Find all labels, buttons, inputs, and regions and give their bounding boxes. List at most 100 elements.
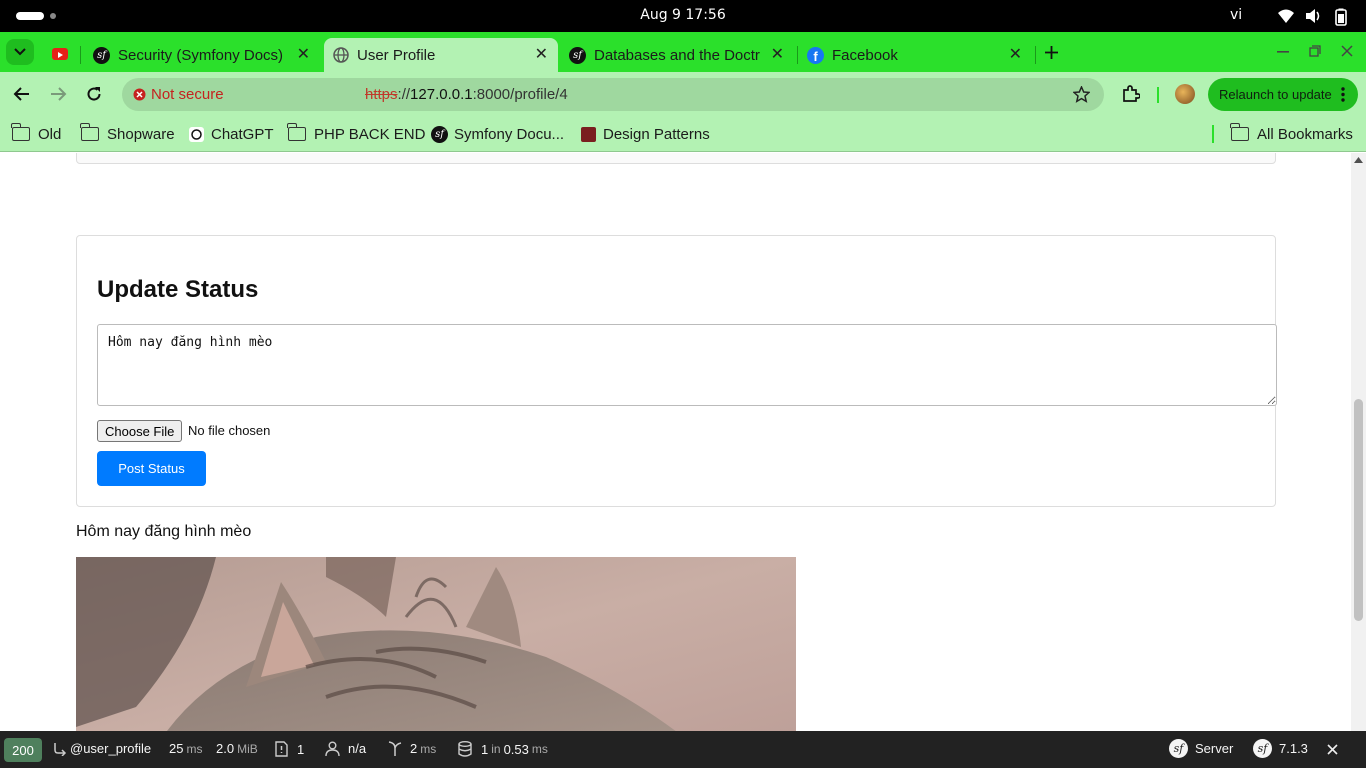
symfony-icon: sf: [431, 125, 448, 143]
twig-unit: ms: [420, 741, 437, 756]
folder-icon: [287, 123, 306, 141]
tab-security-symfony-docs[interactable]: sf Security (Symfony Docs) ✕: [84, 38, 320, 72]
extensions-icon[interactable]: [1122, 85, 1140, 103]
folder-icon: [1230, 123, 1249, 141]
clock[interactable]: Aug 9 17:56: [0, 7, 1366, 23]
input-language[interactable]: vi: [1230, 7, 1242, 23]
symfony-version-item[interactable]: sf 7.1.3: [1253, 739, 1308, 758]
bookmark-shopware[interactable]: Shopware: [80, 123, 175, 145]
tab-databases-doctrine[interactable]: sf Databases and the Doctr ✕: [560, 38, 794, 72]
cat-photo: [76, 557, 796, 731]
server-item[interactable]: sf Server: [1169, 739, 1233, 758]
request-time-item[interactable]: 25 ms: [169, 741, 202, 756]
bookmark-label: Old: [38, 125, 62, 143]
profile-avatar[interactable]: [1175, 84, 1195, 104]
bookmarks-divider: [1212, 125, 1214, 143]
os-top-bar: Aug 9 17:56 vi: [0, 0, 1366, 32]
more-menu-icon[interactable]: [1341, 87, 1345, 102]
not-secure-chip[interactable]: Not secure: [126, 82, 356, 107]
logs-item[interactable]: 1: [275, 741, 304, 757]
bookmark-label: Design Patterns: [603, 125, 710, 143]
update-status-heading: Update Status: [97, 276, 259, 303]
previous-card: [76, 153, 1276, 164]
reload-icon[interactable]: [86, 86, 102, 102]
url-text[interactable]: https://127.0.0.1:8000/profile/4: [365, 86, 568, 103]
close-icon[interactable]: ✕: [535, 44, 548, 64]
close-toolbar-icon[interactable]: [1327, 744, 1338, 755]
design-patterns-icon: [581, 126, 596, 142]
bookmark-label: All Bookmarks: [1257, 125, 1353, 143]
youtube-pinned-tab[interactable]: [52, 48, 68, 60]
close-window-icon[interactable]: [1341, 45, 1353, 57]
security-item[interactable]: n/a: [325, 741, 366, 756]
http-status-badge[interactable]: 200: [4, 738, 42, 762]
twig-item[interactable]: 2 ms: [387, 741, 436, 756]
status-textarea[interactable]: Hôm nay đăng hình mèo: [97, 324, 1277, 406]
folder-icon: [80, 123, 99, 141]
tab-search-button[interactable]: [6, 39, 34, 65]
symfony-version: 7.1.3: [1279, 741, 1308, 756]
bookmark-design-patterns[interactable]: Design Patterns: [581, 123, 710, 145]
back-icon[interactable]: [13, 86, 30, 102]
tab-user-profile[interactable]: User Profile ✕: [324, 38, 558, 72]
scrollbar-thumb[interactable]: [1354, 399, 1363, 621]
logs-count: 1: [297, 741, 305, 757]
database-item[interactable]: 1 in 0.53 ms: [458, 741, 548, 757]
bookmark-label: Shopware: [107, 125, 175, 143]
post-status-button[interactable]: Post Status: [97, 451, 206, 486]
address-bar[interactable]: Not secure https://127.0.0.1:8000/profil…: [122, 78, 1104, 111]
choose-file-button[interactable]: Choose File: [97, 420, 183, 442]
youtube-icon: [58, 52, 63, 58]
memory-unit: MiB: [237, 741, 258, 756]
url-scheme: https: [365, 86, 398, 103]
chevron-down-icon: [14, 48, 26, 56]
battery-icon[interactable]: [1334, 8, 1348, 26]
security-user: n/a: [348, 741, 367, 756]
server-label: Server: [1195, 741, 1234, 756]
bookmark-old[interactable]: Old: [11, 123, 62, 145]
bookmark-php-back-end[interactable]: PHP BACK END: [287, 123, 426, 145]
scroll-up-arrow-icon[interactable]: [1354, 157, 1363, 163]
restore-icon[interactable]: [1309, 45, 1321, 57]
url-host: 127.0.0.1: [410, 86, 473, 103]
new-tab-icon[interactable]: [1044, 45, 1059, 60]
minimize-icon[interactable]: [1277, 51, 1289, 53]
bookmark-all-bookmarks[interactable]: All Bookmarks: [1230, 123, 1353, 145]
chatgpt-icon: [189, 126, 204, 142]
tab-strip: sf Security (Symfony Docs) ✕ User Profil…: [0, 32, 1366, 72]
request-time-unit: ms: [186, 741, 203, 756]
close-icon[interactable]: ✕: [1009, 44, 1022, 64]
user-icon: [325, 741, 340, 756]
browser-toolbar: Not secure https://127.0.0.1:8000/profil…: [0, 72, 1366, 116]
bookmark-star-icon[interactable]: [1073, 86, 1090, 103]
update-status-card: Update Status Hôm nay đăng hình mèo Choo…: [76, 235, 1277, 507]
bookmark-label: PHP BACK END: [314, 125, 426, 143]
wifi-icon[interactable]: [1277, 8, 1295, 24]
tab-separator: [80, 46, 81, 64]
route-name: @user_profile: [70, 741, 152, 756]
facebook-icon: f: [807, 46, 824, 64]
route-item[interactable]: @user_profile: [53, 741, 151, 756]
volume-icon[interactable]: [1305, 8, 1323, 24]
bookmarks-bar: Old Shopware ChatGPT PHP BACK END sf Symf…: [0, 116, 1366, 152]
relaunch-button[interactable]: Relaunch to update: [1208, 78, 1358, 111]
close-icon[interactable]: ✕: [771, 44, 784, 64]
tab-title: User Profile: [357, 46, 436, 64]
tab-title: Facebook: [832, 46, 898, 64]
tab-title: Security (Symfony Docs): [118, 46, 284, 64]
toolbar-divider: [1157, 87, 1159, 103]
memory-item[interactable]: 2.0 MiB: [216, 741, 258, 756]
close-icon[interactable]: ✕: [297, 44, 310, 64]
forward-icon[interactable]: [50, 86, 67, 102]
bookmark-chatgpt[interactable]: ChatGPT: [189, 123, 274, 145]
symfony-icon: sf: [569, 46, 586, 64]
folder-icon: [11, 123, 30, 141]
tab-title: Databases and the Doctr: [594, 46, 760, 64]
twig-value: 2: [410, 741, 418, 756]
tab-facebook[interactable]: f Facebook ✕: [798, 38, 1032, 72]
db-query-count: 1: [481, 741, 489, 757]
symfony-icon: sf: [93, 46, 110, 64]
bookmark-symfony-docs[interactable]: sf Symfony Docu...: [431, 123, 564, 145]
db-time: 0.53: [503, 741, 529, 757]
database-icon: [458, 741, 472, 757]
